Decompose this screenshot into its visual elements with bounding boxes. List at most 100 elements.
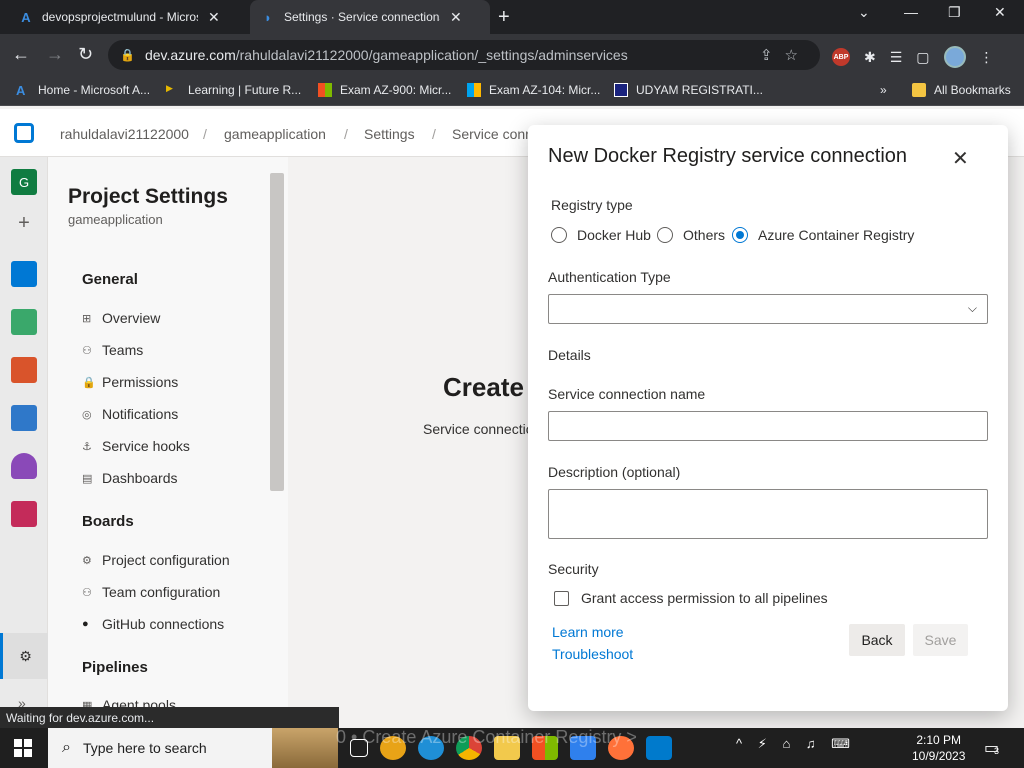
bookmark-home-microsoft[interactable]: A Home - Microsoft A... xyxy=(16,83,150,98)
radio-docker-hub[interactable]: Docker Hub xyxy=(551,227,651,243)
bookmark-all-bookmarks[interactable]: All Bookmarks xyxy=(912,83,1011,97)
close-icon[interactable]: ✕ xyxy=(952,149,969,169)
forward-arrow-icon[interactable]: → xyxy=(46,44,64,65)
restore-button[interactable]: ❐ xyxy=(948,4,961,21)
authentication-type-label: Authentication Type xyxy=(548,269,671,285)
nav-service-hooks[interactable]: ⚓ Service hooks xyxy=(82,438,190,454)
adblock-icon[interactable]: ABP xyxy=(832,48,850,66)
bookmarks-bar: A Home - Microsoft A... ▶ Learning | Fut… xyxy=(0,76,1024,106)
authentication-type-dropdown[interactable]: ⌵ xyxy=(548,294,988,324)
pipelines-icon[interactable] xyxy=(11,405,37,431)
breadcrumb-service-connections[interactable]: Service conn xyxy=(452,126,533,142)
breadcrumb-project[interactable]: gameapplication xyxy=(224,126,326,142)
tab-devopsprojectmulund[interactable]: A devopsprojectmulund - Microso ✕ xyxy=(8,0,248,34)
github-icon: ● xyxy=(82,618,89,630)
service-connection-name-label: Service connection name xyxy=(548,386,706,402)
taskbar-search-box[interactable]: ⌕ Type here to search xyxy=(48,728,338,768)
back-button[interactable]: Back xyxy=(849,624,905,656)
create-description: Service connectio xyxy=(423,421,534,437)
new-tab-button[interactable]: + xyxy=(498,6,510,29)
minimize-button[interactable]: — xyxy=(904,4,918,20)
description-textarea[interactable] xyxy=(548,489,988,539)
search-icon: ⌕ xyxy=(62,739,71,756)
azure-devops-logo-icon: ◗ xyxy=(264,9,272,25)
nav-overview[interactable]: ⊞ Overview xyxy=(82,310,160,326)
repos-icon[interactable] xyxy=(11,357,37,383)
search-highlight-image xyxy=(272,728,338,768)
reload-icon[interactable]: ↻ xyxy=(78,44,93,65)
breadcrumb-separator: / xyxy=(432,126,436,142)
bookmarks-overflow-icon[interactable]: » xyxy=(880,83,887,97)
system-tray-icons[interactable]: ^ ⚡ ⌂ ♫ ⌨ xyxy=(736,736,856,752)
grant-access-checkbox[interactable]: Grant access permission to all pipelines xyxy=(554,590,828,606)
learn-more-link[interactable]: Learn more xyxy=(552,624,624,640)
radio-button-selected[interactable] xyxy=(732,227,748,243)
tab-settings-service-connections[interactable]: ◗ Settings · Service connections (g ✕ xyxy=(250,0,490,34)
save-button[interactable]: Save xyxy=(913,624,968,656)
project-name: gameapplication xyxy=(68,212,163,227)
section-general: General xyxy=(82,271,138,288)
udyam-logo-icon xyxy=(614,83,628,97)
radio-others[interactable]: Others xyxy=(657,227,725,243)
nav-teams[interactable]: ⚇ Teams xyxy=(82,342,143,358)
nav-permissions[interactable]: 🔒 Permissions xyxy=(82,374,178,390)
service-connection-name-input[interactable] xyxy=(548,411,988,441)
tab-title: Settings · Service connections (g xyxy=(284,10,440,24)
nav-notifications[interactable]: ◎ Notifications xyxy=(82,406,178,422)
nav-project-configuration[interactable]: ⚙ Project configuration xyxy=(82,552,230,568)
share-and-star-icons[interactable]: ⇪☆ xyxy=(760,46,810,64)
left-nav-rail: G + ⚙ » xyxy=(0,157,48,711)
bookmark-az900[interactable]: Exam AZ-900: Micr... xyxy=(318,83,451,97)
reading-list-icon[interactable]: ☰ xyxy=(890,49,903,66)
org-avatar[interactable]: G xyxy=(11,169,37,195)
troubleshoot-link[interactable]: Troubleshoot xyxy=(552,646,633,662)
notification-count: 3 xyxy=(994,746,1000,756)
notification-icon[interactable]: ▭ 3 xyxy=(984,738,999,758)
breadcrumb-settings[interactable]: Settings xyxy=(364,126,415,142)
teams-icon: ⚇ xyxy=(82,586,92,599)
tab-close-icon[interactable]: ✕ xyxy=(450,9,462,26)
settings-scrollbar[interactable] xyxy=(270,173,284,491)
address-bar[interactable]: 🔒 dev.azure.com/rahuldalavi21122000/game… xyxy=(108,40,820,70)
nav-github-connections[interactable]: ● GitHub connections xyxy=(82,616,224,632)
radio-azure-container-registry[interactable]: Azure Container Registry xyxy=(732,227,914,243)
bookmark-learning[interactable]: ▶ Learning | Future R... xyxy=(166,83,301,97)
gear-icon: ⚙ xyxy=(82,554,92,567)
test-plans-icon[interactable] xyxy=(11,453,37,479)
browser-tab-strip: A devopsprojectmulund - Microso ✕ ◗ Sett… xyxy=(0,0,1024,34)
bookmark-az104[interactable]: Exam AZ-104: Micr... xyxy=(467,83,600,97)
checkbox[interactable] xyxy=(554,590,569,606)
browser-menu-icon[interactable]: ⋮ xyxy=(980,49,994,66)
radio-button[interactable] xyxy=(657,227,673,243)
close-window-button[interactable]: ✕ xyxy=(994,4,1006,21)
profile-avatar[interactable] xyxy=(943,46,966,68)
teams-icon: ⚇ xyxy=(82,344,92,357)
extensions-puzzle-icon[interactable]: ✱ xyxy=(864,49,876,66)
tab-search-chevron-icon[interactable]: ⌄ xyxy=(858,4,870,21)
search-placeholder: Type here to search xyxy=(82,740,207,756)
boards-icon[interactable] xyxy=(11,309,37,335)
project-settings-gear-icon[interactable]: ⚙ xyxy=(0,633,48,679)
play-icon: ▶ xyxy=(166,83,173,93)
side-panel-icon[interactable]: ▢ xyxy=(916,49,929,66)
radio-button[interactable] xyxy=(551,227,567,243)
breadcrumb-organization[interactable]: rahuldalavi21122000 xyxy=(60,126,189,142)
tab-close-icon[interactable]: ✕ xyxy=(208,9,220,26)
microsoft-logo-icon xyxy=(318,83,332,97)
add-icon[interactable]: + xyxy=(11,212,37,238)
security-label: Security xyxy=(548,561,599,577)
extensions-area: ABP ✱ ☰ ▢ ⋮ xyxy=(832,46,994,68)
browser-status-bubble: Waiting for dev.azure.com... xyxy=(0,707,339,729)
artifacts-icon[interactable] xyxy=(11,501,37,527)
azure-devops-logo-icon[interactable] xyxy=(14,123,34,143)
bookmark-udyam[interactable]: UDYAM REGISTRATI... xyxy=(614,83,763,97)
nav-dashboards[interactable]: ▤ Dashboards xyxy=(82,470,178,486)
taskbar-clock[interactable]: 2:10 PM 10/9/2023 xyxy=(912,732,965,764)
page-title: Project Settings xyxy=(68,185,228,208)
section-boards: Boards xyxy=(82,513,134,530)
windows-start-icon[interactable] xyxy=(14,739,32,757)
overview-icon[interactable] xyxy=(11,261,37,287)
vscode-icon[interactable] xyxy=(646,736,672,760)
nav-team-configuration[interactable]: ⚇ Team configuration xyxy=(82,584,220,600)
back-arrow-icon[interactable]: ← xyxy=(12,44,30,65)
